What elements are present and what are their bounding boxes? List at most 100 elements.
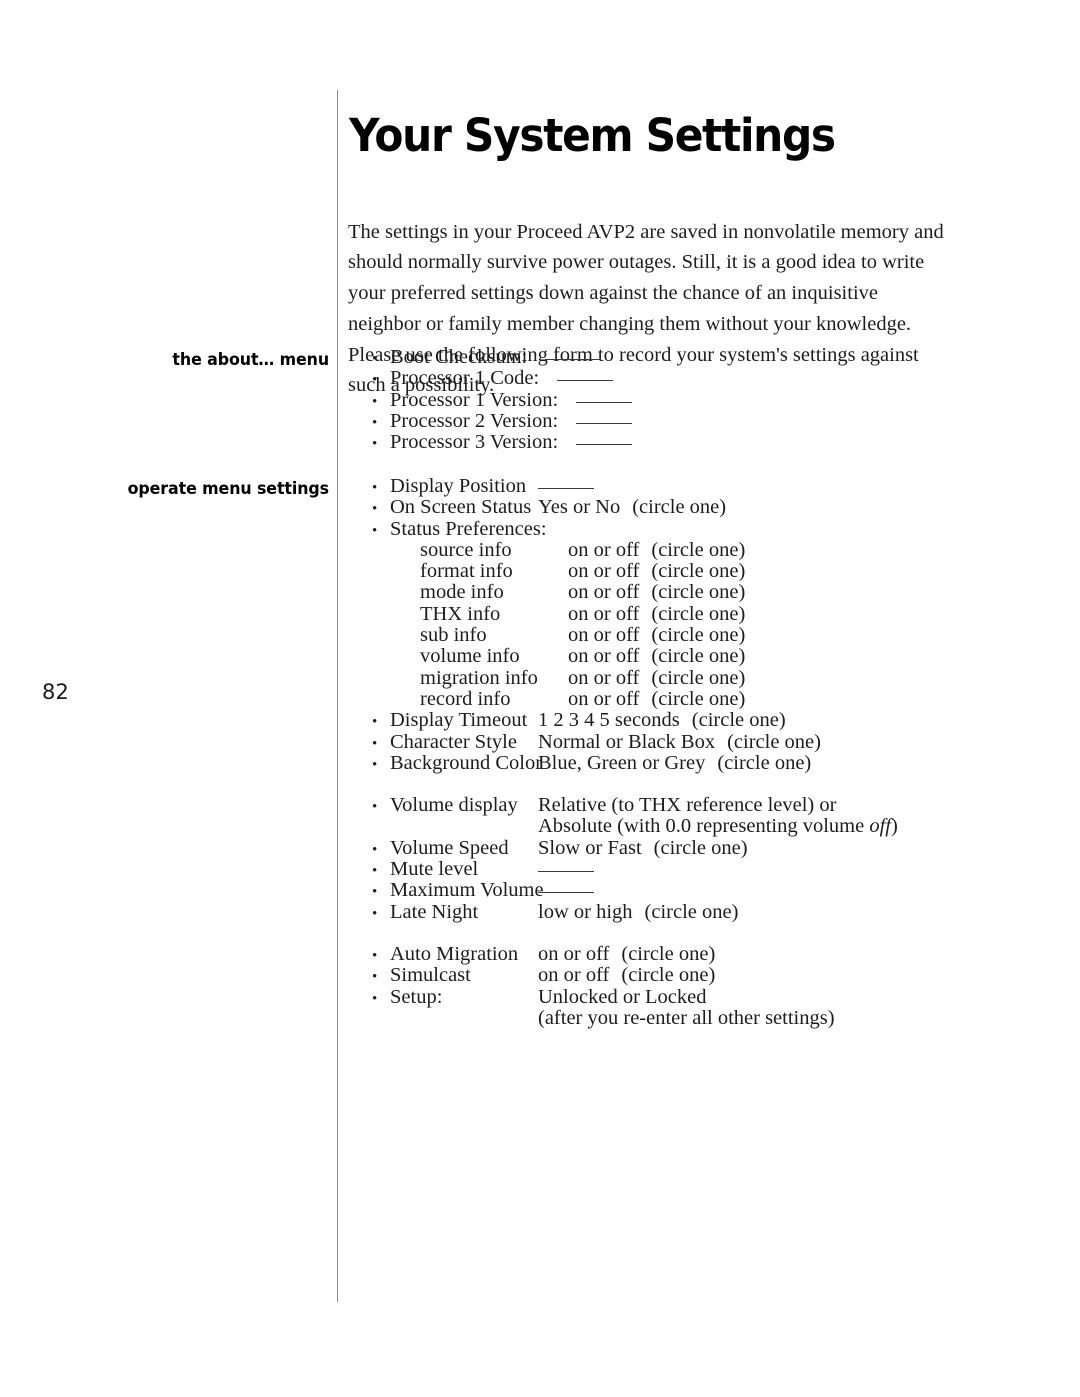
item-label: Processor 3 Version: — [390, 431, 559, 454]
item-value[interactable]: low or high — [538, 901, 633, 924]
write-in-blank[interactable] — [538, 859, 594, 873]
item-value[interactable]: Unlocked or Locked — [538, 986, 707, 1009]
section-label-operate-menu-settings: operate menu settings — [127, 479, 329, 498]
bullet-icon: • — [372, 393, 378, 410]
bullet-icon: • — [372, 372, 378, 389]
write-in-blank[interactable] — [576, 411, 633, 424]
item-note: (circle one) — [651, 560, 746, 583]
item-value[interactable]: on or off — [568, 645, 639, 668]
bullet-icon: • — [372, 436, 378, 453]
item-label: Late Night — [390, 900, 479, 923]
bullet-icon: • — [372, 841, 378, 858]
item-value[interactable]: on or off — [568, 539, 639, 562]
item-note: (circle one) — [651, 666, 746, 689]
bullet-icon: • — [372, 414, 378, 431]
item-value[interactable]: on or off — [568, 688, 639, 711]
write-in-blank[interactable] — [576, 390, 633, 403]
section-label-about-menu: the about… menu — [172, 350, 329, 369]
item-label: Simulcast — [390, 964, 471, 987]
item-label: Character Style — [390, 730, 517, 753]
list-item: • Processor 3 Version: — [372, 431, 633, 454]
write-in-blank[interactable] — [576, 432, 633, 446]
write-in-blank[interactable] — [538, 476, 594, 489]
operate-menu-list: • Display Position • On Screen Status Ye… — [372, 475, 898, 1029]
item-note: (circle one) — [651, 602, 746, 625]
item-label: Mute level — [390, 858, 479, 881]
item-value[interactable]: Slow or Fast — [538, 837, 642, 860]
item-label: Status Preferences: — [390, 517, 547, 540]
list-item-auto-migration: • Auto Migration on or off (circle one) — [372, 942, 898, 966]
item-value[interactable]: 1 2 3 4 5 seconds — [538, 709, 680, 732]
list-item-volume-speed: • Volume Speed Slow or Fast (circle one) — [372, 837, 898, 860]
item-label: format info — [420, 560, 513, 583]
list-item: • Processor 1 Version: — [372, 389, 633, 411]
sub-item-source-info: source info on or off (circle one) — [372, 538, 898, 562]
list-item-background-color: • Background Color Blue, Green or Grey (… — [372, 751, 898, 775]
write-in-blank[interactable] — [545, 347, 602, 360]
item-value[interactable]: Yes or No — [538, 496, 620, 519]
value-text-a: Absolute (with 0.0 representing volume — [538, 815, 870, 838]
document-page: 82 Your System Settings The settings in … — [0, 0, 1080, 1397]
sub-item-sub-info: sub info on or off (circle one) — [372, 624, 898, 647]
bullet-icon: • — [372, 863, 378, 880]
item-sub-note: (after you re-enter all other settings) — [538, 1006, 835, 1029]
item-label: Maximum Volume — [390, 879, 544, 902]
list-item-mute-level: • Mute level — [372, 858, 898, 881]
item-value[interactable]: on or off — [568, 560, 639, 583]
item-label: Processor 1 Code: — [390, 367, 540, 390]
item-label: Boot Checksum: — [390, 346, 528, 368]
item-value-line-1[interactable]: Relative (to THX reference level) or — [538, 794, 836, 817]
bullet-icon: • — [372, 351, 378, 367]
bullet-icon: • — [372, 480, 378, 496]
item-label: THX info — [420, 602, 501, 625]
list-item-status-preferences: • Status Preferences: — [372, 517, 898, 540]
item-value[interactable]: on or off — [538, 964, 609, 987]
bullet-icon: • — [372, 501, 378, 518]
list-item-on-screen-status: • On Screen Status Yes or No (circle one… — [372, 496, 898, 519]
bullet-icon: • — [372, 522, 378, 539]
item-label: Volume display — [390, 794, 518, 817]
item-value[interactable]: Blue, Green or Grey — [538, 752, 705, 775]
write-in-blank[interactable] — [538, 880, 594, 894]
bullet-icon: • — [372, 799, 378, 816]
item-label: Display Timeout — [390, 709, 528, 732]
item-value[interactable]: on or off — [568, 624, 639, 647]
bullet-icon: • — [372, 714, 378, 731]
item-note: (circle one) — [651, 624, 746, 647]
write-in-blank[interactable] — [557, 368, 614, 382]
about-menu-list: • Boot Checksum: • Processor 1 Code: • P… — [372, 346, 633, 454]
sub-item-format-info: format info on or off (circle one) — [372, 560, 898, 583]
item-label: Auto Migration — [390, 942, 519, 965]
list-item-display-timeout: • Display Timeout 1 2 3 4 5 seconds (cir… — [372, 709, 898, 732]
item-label: source info — [420, 538, 512, 561]
item-note: (circle one) — [717, 751, 812, 774]
item-label: mode info — [420, 581, 504, 604]
sub-item-mode-info: mode info on or off (circle one) — [372, 581, 898, 604]
list-item: • Boot Checksum: — [372, 346, 632, 368]
item-value-line-2[interactable]: Absolute (with 0.0 representing volume o… — [372, 815, 898, 838]
item-value[interactable]: on or off — [538, 943, 609, 966]
item-label: On Screen Status — [390, 496, 532, 519]
item-note: (circle one) — [644, 900, 739, 923]
item-value[interactable]: on or off — [568, 667, 639, 690]
item-value[interactable]: on or off — [568, 581, 639, 604]
list-item-setup-note: (after you re-enter all other settings) — [372, 1006, 898, 1029]
item-value[interactable]: Normal or Black Box — [538, 731, 715, 754]
item-label: Processor 2 Version: — [390, 409, 559, 432]
item-label: sub info — [420, 624, 487, 647]
item-note: (circle one) — [691, 709, 786, 732]
item-note: (circle one) — [651, 687, 746, 710]
bullet-icon: • — [372, 905, 378, 922]
vertical-rule — [337, 90, 338, 1302]
list-item-volume-display: • Volume display Relative (to THX refere… — [372, 794, 898, 817]
sub-item-volume-info: volume info on or off (circle one) — [372, 645, 898, 668]
item-label: record info — [420, 687, 511, 710]
bullet-icon: • — [372, 884, 378, 901]
list-item-display-position: • Display Position — [372, 475, 898, 497]
item-value[interactable]: on or off — [568, 603, 639, 626]
page-title: Your System Settings — [349, 109, 836, 163]
sub-item-thx-info: THX info on or off (circle one) — [372, 602, 898, 626]
value-text-b: ) — [891, 815, 898, 838]
item-note: (circle one) — [651, 581, 746, 604]
bullet-icon: • — [372, 990, 378, 1007]
